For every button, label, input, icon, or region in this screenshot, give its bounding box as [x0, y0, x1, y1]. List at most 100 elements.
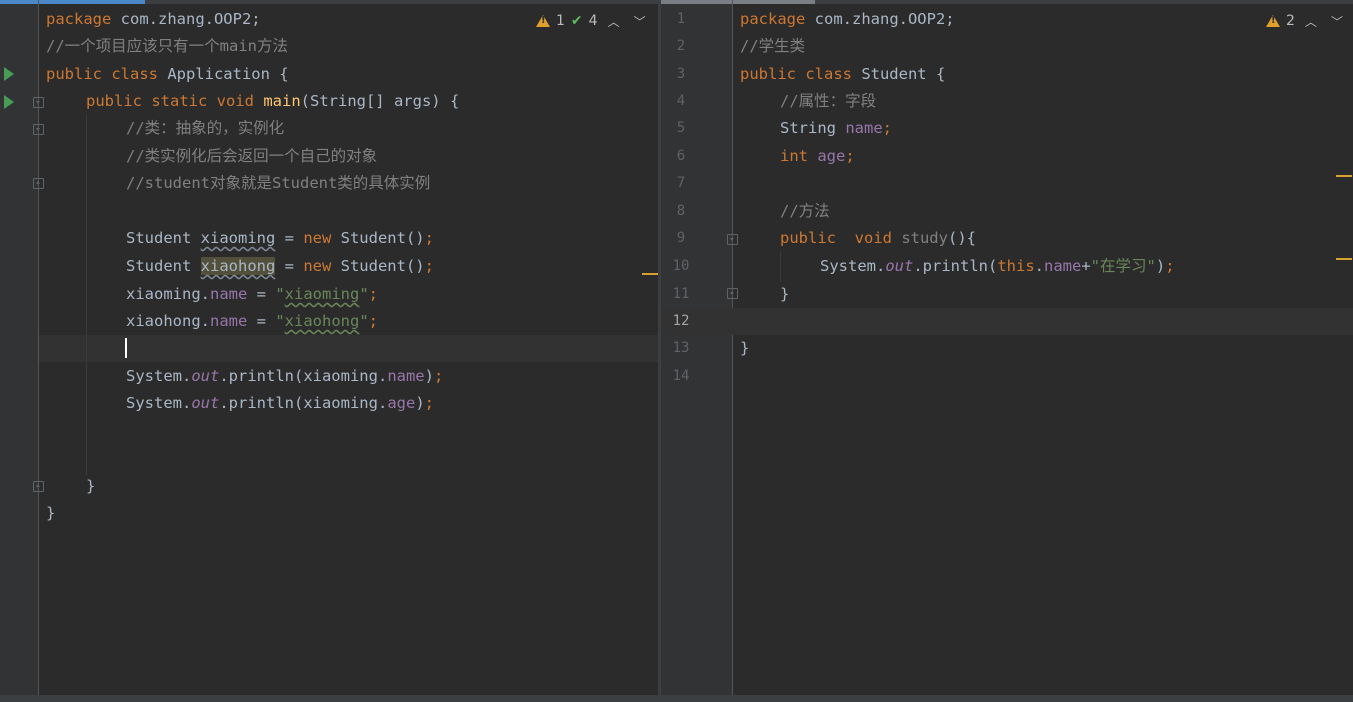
line-number: 5	[676, 120, 686, 136]
line-number: 2	[676, 38, 686, 54]
indent-guide	[86, 115, 87, 475]
type-name: Student	[126, 257, 201, 275]
fold-icon[interactable]	[33, 124, 44, 135]
current-line-highlight	[39, 335, 658, 362]
left-tab-strip	[0, 0, 658, 4]
code-line[interactable]: Student xiaoming = new Student();	[126, 225, 434, 252]
type-name: Student	[126, 229, 201, 247]
run-main-icon[interactable]	[4, 95, 14, 109]
operator: +	[1081, 257, 1091, 275]
code-text: .println(xiaoming.	[219, 367, 388, 385]
comment-line[interactable]: //类：抽象的，实例化	[126, 115, 284, 142]
text-caret	[125, 338, 127, 358]
code-line[interactable]: xiaoming.name = "xiaoming";	[126, 281, 378, 308]
field-name: name	[1044, 257, 1082, 275]
code-line[interactable]: public void study(){	[780, 225, 976, 252]
line-number: 3	[676, 66, 686, 82]
code-text: .println(xiaoming.	[219, 394, 388, 412]
chevron-up-icon[interactable]: ︿	[604, 13, 624, 30]
inspection-widget[interactable]: 1 ✔ 4 ︿ ﹀	[536, 10, 650, 32]
semicolon: ;	[424, 394, 434, 412]
comment-line[interactable]: //类实例化后会返回一个自己的对象	[126, 143, 377, 170]
field-name: name	[845, 119, 883, 137]
keyword: public class	[46, 65, 158, 83]
chevron-up-icon[interactable]: ︿	[1301, 13, 1321, 30]
warning-stripe-marker[interactable]	[642, 273, 658, 275]
closing-brace[interactable]: }	[46, 500, 55, 527]
comment-line[interactable]: //方法	[780, 198, 830, 225]
code-line[interactable]: public class Application {	[46, 61, 289, 88]
code-text: com.zhang.OOP2;	[111, 10, 261, 28]
code-line[interactable]: String name;	[780, 115, 892, 142]
code-line[interactable]: xiaohong.name = "xiaohong";	[126, 308, 378, 335]
operator: =	[275, 229, 304, 247]
code-text: )	[415, 394, 425, 412]
keyword: int	[780, 147, 808, 165]
code-line[interactable]: int age;	[780, 143, 855, 170]
run-class-icon[interactable]	[4, 67, 14, 81]
keyword: public class	[740, 65, 852, 83]
semicolon: ;	[368, 312, 379, 330]
code-text: Application {	[157, 65, 289, 83]
code-line[interactable]: System.out.println(xiaoming.age);	[126, 390, 434, 417]
horizontal-scrollbar-track[interactable]	[0, 695, 1353, 702]
semicolon: ;	[424, 229, 434, 247]
code-text: com.zhang.OOP2;	[805, 10, 955, 28]
chevron-down-icon[interactable]: ﹀	[630, 13, 650, 30]
code-line[interactable]: Student xiaohong = new Student();	[126, 253, 434, 280]
closing-brace[interactable]: }	[740, 335, 749, 362]
semicolon: ;	[845, 147, 855, 165]
field-name: name	[210, 285, 248, 303]
field-name: name	[210, 312, 248, 330]
warning-stripe-marker[interactable]	[1336, 258, 1352, 260]
code-line[interactable]: package com.zhang.OOP2;	[46, 6, 261, 33]
closing-brace[interactable]: }	[86, 473, 95, 500]
code-line[interactable]: System.out.println(xiaoming.name);	[126, 363, 443, 390]
keyword: this	[997, 257, 1035, 275]
comment-line[interactable]: //学生类	[740, 33, 805, 60]
left-editor[interactable]: 1 ✔ 4 ︿ ﹀ package com.zhang.OOP2; //一个项目…	[0, 0, 658, 695]
static-field: out	[191, 394, 220, 412]
comment-line[interactable]: //student对象就是Student类的具体实例	[126, 170, 430, 197]
keyword: new	[303, 257, 332, 275]
line-number: 7	[676, 175, 686, 191]
operator: =	[275, 257, 304, 275]
line-number: 13	[672, 340, 690, 356]
type-name: String	[780, 119, 846, 137]
string-literal: "在学习"	[1090, 257, 1156, 275]
quote: "	[275, 285, 285, 303]
line-number: 1	[676, 11, 686, 27]
warning-stripe-marker[interactable]	[1336, 175, 1352, 177]
code-line[interactable]: package com.zhang.OOP2;	[740, 6, 955, 33]
semicolon: ;	[368, 285, 379, 303]
comment-line[interactable]: //属性：字段	[780, 88, 876, 115]
variable-name: xiaoming	[200, 229, 276, 247]
fold-icon[interactable]	[727, 288, 738, 299]
fold-icon[interactable]	[33, 97, 44, 108]
code-line[interactable]: public static void main(String[] args) {	[86, 88, 459, 115]
quote: "	[359, 285, 369, 303]
keyword: public static void	[86, 92, 254, 110]
fold-icon[interactable]	[33, 481, 44, 492]
fold-icon[interactable]	[727, 234, 738, 245]
code-line[interactable]: public class Student {	[740, 61, 945, 88]
quote: "	[359, 312, 369, 330]
code-line[interactable]: System.out.println(this.name+"在学习");	[820, 253, 1175, 280]
typo-check-icon: ✔	[570, 13, 583, 29]
code-text: System.	[126, 367, 192, 385]
code-text: )	[424, 367, 434, 385]
field-name: name	[387, 367, 425, 385]
keyword: new	[303, 229, 332, 247]
code-text: System.	[126, 394, 192, 412]
chevron-down-icon[interactable]: ﹀	[1327, 13, 1347, 30]
inspection-widget[interactable]: 2 ︿ ﹀	[1266, 10, 1347, 32]
warning-icon	[536, 15, 550, 27]
right-editor[interactable]: 1 2 3 4 5 6 7 8 9 10 11 12 13 14 2 ︿ ﹀ p…	[661, 0, 1353, 695]
closing-brace[interactable]: }	[780, 281, 789, 308]
line-number: 10	[672, 258, 690, 274]
fold-icon[interactable]	[33, 178, 44, 189]
object-name: xiaoming.	[126, 285, 210, 303]
quote: "	[275, 312, 285, 330]
code-text: Student()	[331, 229, 425, 247]
comment-line[interactable]: //一个项目应该只有一个main方法	[46, 33, 288, 60]
